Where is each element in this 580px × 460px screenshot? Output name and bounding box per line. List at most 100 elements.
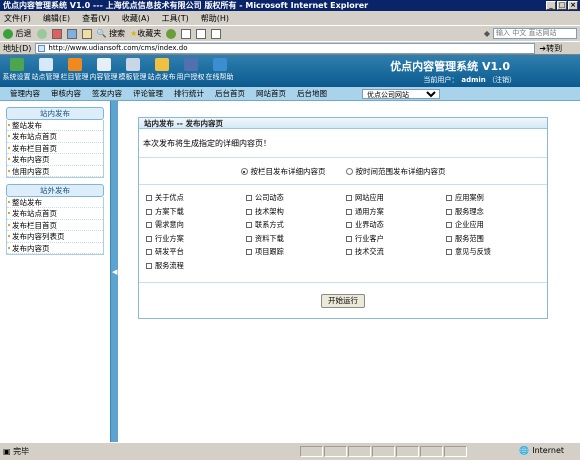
nav-online-help[interactable]: 在线帮助 [205,57,234,82]
sidebar-item-internal-column-home[interactable]: 发布栏目首页 [7,143,103,155]
checkbox-item[interactable]: 资料下载 [246,234,346,248]
checkbox[interactable] [146,235,152,242]
nav-column-management[interactable]: 栏目管理 [60,57,89,82]
checkbox-item[interactable]: 技术交流 [346,247,446,261]
checkbox-item[interactable]: 需求意向 [146,220,246,234]
checkbox-item[interactable]: 意见与反馈 [446,247,546,261]
checkbox[interactable] [346,195,352,201]
sidebar-item-internal-site-home[interactable]: 发布站点首页 [7,131,103,143]
nav-template-management[interactable]: 模板管理 [118,57,147,82]
checkbox[interactable] [346,222,352,228]
edit-icon[interactable] [211,28,222,39]
print-icon[interactable] [196,28,207,39]
checkbox-item[interactable]: 业界动态 [346,220,446,234]
sidebar-item-external-site-home[interactable]: 发布站点首页 [7,208,103,220]
checkbox[interactable] [246,208,252,215]
refresh-icon[interactable] [66,28,77,39]
sidebar-item-external-content-list[interactable]: 发布内容列表页 [7,231,103,243]
checkbox-item[interactable]: 研发平台 [146,247,246,261]
checkbox-item[interactable]: 技术架构 [246,207,346,221]
checkbox-item[interactable]: 服务流程 [146,261,246,275]
subnav-manage-content[interactable]: 管理内容 [10,88,40,99]
checkbox-item[interactable]: 项目跟踪 [246,247,346,261]
checkbox[interactable] [346,235,352,242]
subnav-site-home[interactable]: 网站首页 [256,88,286,99]
menu-file[interactable]: 文件(F) [4,13,31,24]
checkbox[interactable] [446,235,452,242]
history-icon[interactable] [166,28,177,39]
close-button[interactable]: × [568,1,578,10]
checkbox[interactable] [446,222,452,228]
subnav-review-content[interactable]: 审核内容 [51,88,81,99]
menu-favorites[interactable]: 收藏(A) [122,13,150,24]
sidebar-item-internal-whole-site[interactable]: 整站发布 [7,120,103,132]
go-button[interactable]: ➔转到 [539,43,562,54]
home-icon[interactable] [81,28,92,39]
sidebar-item-internal-credit-page[interactable]: 信用内容页 [7,166,103,177]
checkbox[interactable] [246,195,252,201]
nav-system-settings[interactable]: 系统设置 [2,57,31,82]
checkbox[interactable] [446,249,452,255]
radio-by-time-range[interactable]: 按时间范围发布详细内容页 [345,166,446,177]
checkbox[interactable] [146,208,152,215]
favorites-button[interactable]: ★收藏夹 [130,28,161,39]
menu-help[interactable]: 帮助(H) [201,13,229,24]
checkbox-item[interactable]: 联系方式 [246,220,346,234]
menu-edit[interactable]: 编辑(E) [43,13,70,24]
checkbox[interactable] [346,249,352,255]
checkbox-item[interactable]: 行业客户 [346,234,446,248]
search-button[interactable]: 🔍 搜索 [97,28,126,39]
subnav-ranking-stats[interactable]: 排行统计 [174,88,204,99]
checkbox-item[interactable]: 服务理念 [446,207,546,221]
subnav-comment-management[interactable]: 评论管理 [133,88,163,99]
sidebar-item-external-whole-site[interactable]: 整站发布 [7,197,103,209]
checkbox-item[interactable]: 方案下载 [146,207,246,221]
checkbox[interactable] [446,195,452,201]
radio-by-column-control[interactable] [240,168,248,175]
address-input[interactable]: http://www.udiansoft.com/cms/index.do [35,42,536,54]
subnav-admin-home[interactable]: 后台首页 [215,88,245,99]
nav-content-management[interactable]: 内容管理 [89,57,118,82]
menu-view[interactable]: 查看(V) [82,13,110,24]
checkbox[interactable] [346,208,352,215]
start-run-button[interactable]: 开始运行 [321,293,365,308]
checkbox-item[interactable]: 服务范围 [446,234,546,248]
checkbox[interactable] [146,249,152,255]
logout-link[interactable]: （注销） [488,76,516,84]
checkbox[interactable] [246,235,252,242]
menu-tools[interactable]: 工具(T) [162,13,189,24]
nav-site-management[interactable]: 站点管理 [31,57,60,82]
radio-by-time-range-control[interactable] [345,168,353,175]
checkbox[interactable] [246,222,252,228]
stop-icon[interactable] [51,28,62,39]
mail-icon[interactable] [181,28,192,39]
checkbox-item[interactable]: 公司动态 [246,193,346,207]
sidebar-item-external-content-page[interactable]: 发布内容页 [7,243,103,254]
checkbox[interactable] [146,195,152,201]
back-button[interactable]: 后退 [3,28,32,39]
checkbox-item[interactable]: 关于优点 [146,193,246,207]
forward-arrow-icon[interactable] [36,28,47,39]
sidebar-item-external-column-home[interactable]: 发布栏目首页 [7,220,103,232]
nav-user-authorization[interactable]: 用户授权 [176,57,205,82]
sidebar-toggle[interactable]: ◀ [110,101,118,442]
checkbox-item[interactable]: 通用方案 [346,207,446,221]
sidebar-item-internal-content-page[interactable]: 发布内容页 [7,154,103,166]
minimize-button[interactable]: _ [546,1,556,10]
checkbox[interactable] [146,262,152,269]
checkbox[interactable] [146,222,152,228]
checkbox[interactable] [246,249,252,255]
radio-by-column[interactable]: 按栏目发布详细内容页 [240,166,326,177]
checkbox-item[interactable]: 网站应用 [346,193,446,207]
nav-site-publish[interactable]: 站点发布 [147,57,176,82]
toolbar-search-input[interactable]: 输入 中文 直达网站 [493,28,577,39]
checkbox-item[interactable]: 行业方案 [146,234,246,248]
status-bar: ▣ 完毕 🌐 Internet [0,442,580,460]
subnav-sign-content[interactable]: 签发内容 [92,88,122,99]
checkbox[interactable] [446,208,452,215]
site-select[interactable]: 优点公司网站 [362,89,440,99]
subnav-admin-map[interactable]: 后台地图 [297,88,327,99]
checkbox-item[interactable]: 企业应用 [446,220,546,234]
maximize-button[interactable]: □ [557,1,567,10]
checkbox-item[interactable]: 应用案例 [446,193,546,207]
